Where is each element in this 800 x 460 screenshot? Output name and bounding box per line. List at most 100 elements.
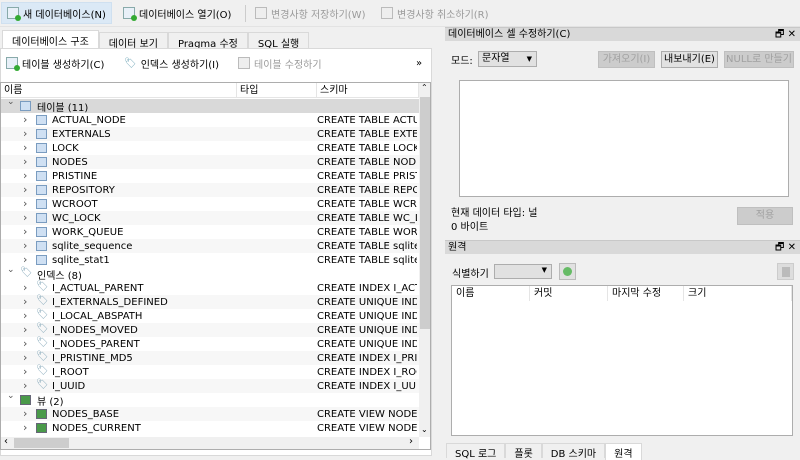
item-name: sqlite_sequence xyxy=(52,240,133,252)
collapsed-chevron-icon[interactable]: › xyxy=(23,127,27,140)
tree-row[interactable]: › WCROOT CREATE TABLE WCROOT xyxy=(1,197,419,211)
tree-row[interactable]: › 🏷I_PRISTINE_MD5 CREATE INDEX I_PRISTIN xyxy=(1,351,419,365)
bottom-tab-3[interactable]: 원격 xyxy=(605,443,642,460)
column-header-0[interactable]: 이름 xyxy=(1,83,237,98)
table-icon xyxy=(36,213,47,223)
column-header-1[interactable]: 타입 xyxy=(237,83,317,98)
float-dock-icon[interactable]: 🗗 xyxy=(775,242,784,253)
expanded-chevron-icon[interactable]: ⌄ xyxy=(7,391,15,401)
tree-row[interactable]: › sqlite_stat1 CREATE TABLE sqlite_sta xyxy=(1,253,419,267)
float-dock-icon[interactable]: 🗗 xyxy=(775,29,784,40)
collapsed-chevron-icon[interactable]: › xyxy=(23,253,27,266)
tree-row[interactable]: › 🏷I_UUID CREATE INDEX I_UUID C xyxy=(1,379,419,393)
tree-row[interactable]: › NODES_BASE CREATE VIEW NODES_B xyxy=(1,407,419,421)
tab-2[interactable]: Pragma 수정 xyxy=(167,32,248,50)
remote-column-header-2[interactable]: 마지막 수정 xyxy=(608,286,684,301)
modify-table-button[interactable]: 테이블 수정하기 xyxy=(236,54,324,72)
more-button[interactable]: » xyxy=(416,54,422,72)
collapsed-chevron-icon[interactable]: › xyxy=(23,407,27,420)
collapsed-chevron-icon[interactable]: › xyxy=(23,169,27,182)
expanded-chevron-icon[interactable]: ⌄ xyxy=(7,265,15,275)
column-header-2[interactable]: 스키마 xyxy=(317,83,419,98)
tree-row[interactable]: › 🏷I_NODES_MOVED CREATE UNIQUE INDEX xyxy=(1,323,419,337)
collapsed-chevron-icon[interactable]: › xyxy=(23,155,27,168)
create-index-button[interactable]: 🏷 인덱스 생성하기(I) xyxy=(122,54,221,72)
collapsed-chevron-icon[interactable]: › xyxy=(23,113,27,126)
item-schema: CREATE TABLE PRISTINE xyxy=(317,170,417,182)
scroll-down-icon[interactable]: ⌄ xyxy=(421,425,428,434)
cell-editor-textarea[interactable] xyxy=(459,80,789,197)
remote-column-header-3[interactable]: 크기 xyxy=(684,286,792,301)
collapsed-chevron-icon[interactable]: › xyxy=(23,295,27,308)
collapsed-chevron-icon[interactable]: › xyxy=(23,281,27,294)
tree-row[interactable]: › NODES CREATE TABLE NODES ( xyxy=(1,155,419,169)
set-null-button[interactable]: NULL로 만들기 xyxy=(724,51,794,68)
bottom-tab-1[interactable]: 플롯 xyxy=(505,443,542,460)
horizontal-scroll-thumb[interactable] xyxy=(14,438,69,448)
tree-row[interactable]: › 🏷I_LOCAL_ABSPATH CREATE UNIQUE INDEX xyxy=(1,309,419,323)
tab-3[interactable]: SQL 실행 xyxy=(247,32,310,50)
tree-row[interactable]: › LOCK CREATE TABLE LOCK ( r xyxy=(1,141,419,155)
tree-row[interactable]: › REPOSITORY CREATE TABLE REPOSITO xyxy=(1,183,419,197)
tree-row[interactable]: › NODES_CURRENT CREATE VIEW NODES_C xyxy=(1,421,419,435)
scroll-right-icon[interactable]: › xyxy=(409,436,413,447)
identity-select[interactable]: ▼ xyxy=(494,264,552,279)
tree-row[interactable]: › ACTUAL_NODE CREATE TABLE ACTUAL_ xyxy=(1,113,419,127)
push-database-button[interactable] xyxy=(777,263,794,280)
tree-row[interactable]: › 🏷I_EXTERNALS_DEFINED CREATE UNIQUE INDEX xyxy=(1,295,419,309)
collapsed-chevron-icon[interactable]: › xyxy=(23,323,27,336)
tree-row[interactable]: › 🏷I_ACTUAL_PARENT CREATE INDEX I_ACTUA xyxy=(1,281,419,295)
create-table-button[interactable]: 테이블 생성하기(C) xyxy=(4,54,106,72)
collapsed-chevron-icon[interactable]: › xyxy=(23,365,27,378)
tree-group[interactable]: ⌄ 테이블 (11) xyxy=(1,97,419,114)
tree-row[interactable]: › 🏷I_ROOT CREATE INDEX I_ROOT C xyxy=(1,365,419,379)
collapsed-chevron-icon[interactable]: › xyxy=(23,421,27,434)
scroll-left-icon[interactable]: ‹ xyxy=(4,436,8,447)
collapsed-chevron-icon[interactable]: › xyxy=(23,197,27,210)
new-database-icon xyxy=(7,7,21,21)
vertical-scrollbar[interactable]: ⌃ ⌄ xyxy=(419,83,430,437)
remote-column-header-1[interactable]: 커밋 xyxy=(530,286,608,301)
tree-row[interactable]: › WORK_QUEUE CREATE TABLE WORK_Q xyxy=(1,225,419,239)
import-button[interactable]: 가져오기(I) xyxy=(598,51,655,68)
collapsed-chevron-icon[interactable]: › xyxy=(23,239,27,252)
export-button[interactable]: 내보내기(E) xyxy=(661,51,718,68)
write-changes-button[interactable]: 변경사항 저장하기(W) xyxy=(250,2,370,24)
tree-row[interactable]: › PRISTINE CREATE TABLE PRISTINE xyxy=(1,169,419,183)
table-icon xyxy=(36,157,47,167)
close-dock-icon[interactable]: ✕ xyxy=(788,29,796,40)
manage-identity-button[interactable] xyxy=(559,263,576,280)
remote-column-header-0[interactable]: 이름 xyxy=(452,286,530,301)
expanded-chevron-icon[interactable]: ⌄ xyxy=(7,97,15,107)
apply-button[interactable]: 적용 xyxy=(737,207,793,225)
close-dock-icon[interactable]: ✕ xyxy=(788,242,796,253)
collapsed-chevron-icon[interactable]: › xyxy=(23,337,27,350)
tree-row[interactable]: › WC_LOCK CREATE TABLE WC_LOC xyxy=(1,211,419,225)
collapsed-chevron-icon[interactable]: › xyxy=(23,351,27,364)
collapsed-chevron-icon[interactable]: › xyxy=(23,211,27,224)
tree-group[interactable]: ⌄ 뷰 (2) xyxy=(1,391,419,408)
revert-changes-button[interactable]: 변경사항 취소하기(R) xyxy=(376,2,494,24)
tree-row[interactable]: › sqlite_sequence CREATE TABLE sqlite_sec xyxy=(1,239,419,253)
open-database-button[interactable]: 데이터베이스 열기(O) xyxy=(118,2,236,24)
collapsed-chevron-icon[interactable]: › xyxy=(23,183,27,196)
collapsed-chevron-icon[interactable]: › xyxy=(23,379,27,392)
scroll-up-icon[interactable]: ⌃ xyxy=(421,83,428,92)
new-database-button[interactable]: 새 데이터베이스(N) xyxy=(1,2,112,24)
tab-1[interactable]: 데이터 보기 xyxy=(98,32,168,50)
remote-files-table[interactable]: 이름 커밋 마지막 수정 크기 xyxy=(451,285,793,436)
collapsed-chevron-icon[interactable]: › xyxy=(23,309,27,322)
tree-row[interactable]: › EXTERNALS CREATE TABLE EXTERNA xyxy=(1,127,419,141)
mode-select[interactable]: 문자열 ▼ xyxy=(478,51,537,67)
tree-row[interactable]: › 🏷I_NODES_PARENT CREATE UNIQUE INDEX xyxy=(1,337,419,351)
schema-tree[interactable]: 이름 타입 스키마 ⌄ 테이블 (11) › ACTUAL_NODE CREATE TABL… xyxy=(0,82,431,450)
bottom-tab-0[interactable]: SQL 로그 xyxy=(446,443,506,460)
collapsed-chevron-icon[interactable]: › xyxy=(23,225,27,238)
vertical-scroll-thumb[interactable] xyxy=(420,97,430,329)
item-schema: CREATE TABLE sqlite_sta xyxy=(317,254,417,266)
horizontal-scrollbar[interactable]: ‹ › xyxy=(1,436,419,449)
tab-0[interactable]: 데이터베이스 구조 xyxy=(2,30,99,49)
collapsed-chevron-icon[interactable]: › xyxy=(23,141,27,154)
bottom-tab-2[interactable]: DB 스키마 xyxy=(541,443,606,460)
tree-group[interactable]: ⌄ 🏷 인덱스 (8) xyxy=(1,265,419,282)
